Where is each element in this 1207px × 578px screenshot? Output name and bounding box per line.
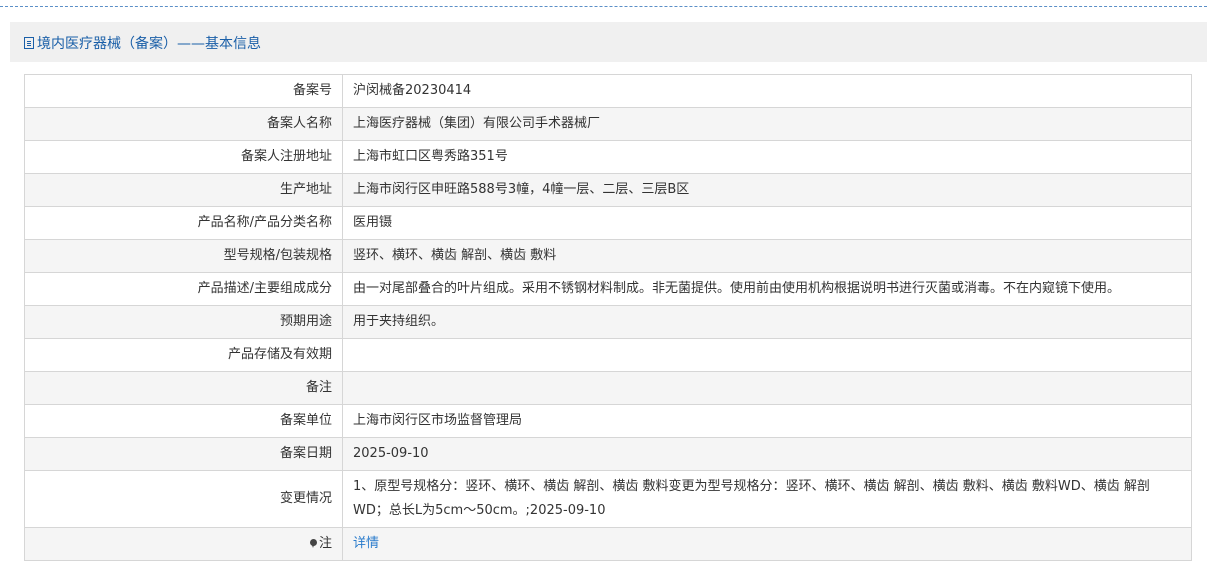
row-label: 生产地址 — [24, 173, 343, 207]
row-value: 由一对尾部叠合的叶片组成。采用不锈钢材料制成。非无菌提供。使用前由使用机构根据说… — [342, 272, 1192, 306]
note-label-cell: 注 — [24, 527, 343, 561]
row-value: 1、原型号规格分：竖环、横环、横齿 解剖、横齿 敷料变更为型号规格分：竖环、横环… — [342, 470, 1192, 528]
row-value: 竖环、横环、横齿 解剖、横齿 敷料 — [342, 239, 1192, 273]
table-row-production-address: 生产地址 上海市闵行区申旺路588号3幢，4幢一层、二层、三层B区 — [24, 173, 1192, 207]
row-value — [342, 338, 1192, 372]
table-row-intended-use: 预期用途 用于夹持组织。 — [24, 305, 1192, 339]
row-value: 上海市虹口区粤秀路351号 — [342, 140, 1192, 174]
table-row-product-name: 产品名称/产品分类名称 医用镊 — [24, 206, 1192, 240]
table-row-registrant-name: 备案人名称 上海医疗器械（集团）有限公司手术器械厂 — [24, 107, 1192, 141]
row-label: 变更情况 — [24, 470, 343, 528]
row-label: 备案人名称 — [24, 107, 343, 141]
table-row-registrant-address: 备案人注册地址 上海市虹口区粤秀路351号 — [24, 140, 1192, 174]
table-row-storage-validity: 产品存储及有效期 — [24, 338, 1192, 372]
row-value: 2025-09-10 — [342, 437, 1192, 471]
row-label: 产品存储及有效期 — [24, 338, 343, 372]
row-value — [342, 371, 1192, 405]
table-row-note: 注 详情 — [24, 527, 1192, 561]
map-pin-icon — [309, 539, 317, 548]
table-row-change-history: 变更情况 1、原型号规格分：竖环、横环、横齿 解剖、横齿 敷料变更为型号规格分：… — [24, 470, 1192, 528]
panel-title-text: 境内医疗器械（备案）——基本信息 — [37, 36, 261, 52]
basic-info-panel: 境内医疗器械（备案）——基本信息 备案号 沪闵械备20230414 备案人名称 … — [10, 22, 1207, 578]
row-label: 型号规格/包装规格 — [24, 239, 343, 273]
row-value: 上海市闵行区市场监督管理局 — [342, 404, 1192, 438]
table-row-remarks: 备注 — [24, 371, 1192, 405]
row-label: 备注 — [24, 371, 343, 405]
row-label: 备案号 — [24, 74, 343, 108]
row-value: 用于夹持组织。 — [342, 305, 1192, 339]
details-link[interactable]: 详情 — [353, 536, 379, 551]
row-label: 产品描述/主要组成成分 — [24, 272, 343, 306]
row-label: 备案日期 — [24, 437, 343, 471]
info-table: 备案号 沪闵械备20230414 备案人名称 上海医疗器械（集团）有限公司手术器… — [24, 74, 1192, 561]
table-row-model-spec: 型号规格/包装规格 竖环、横环、横齿 解剖、横齿 敷料 — [24, 239, 1192, 273]
row-label: 预期用途 — [24, 305, 343, 339]
row-value: 医用镊 — [342, 206, 1192, 240]
row-label: 备案单位 — [24, 404, 343, 438]
table-row-product-description: 产品描述/主要组成成分 由一对尾部叠合的叶片组成。采用不锈钢材料制成。非无菌提供… — [24, 272, 1192, 306]
row-label: 产品名称/产品分类名称 — [24, 206, 343, 240]
note-label: 注 — [318, 536, 332, 551]
panel-title: 境内医疗器械（备案）——基本信息 — [24, 33, 261, 53]
table-row-record-date: 备案日期 2025-09-10 — [24, 437, 1192, 471]
row-value: 上海医疗器械（集团）有限公司手术器械厂 — [342, 107, 1192, 141]
table-row-record-number: 备案号 沪闵械备20230414 — [24, 74, 1192, 108]
table-row-record-unit: 备案单位 上海市闵行区市场监督管理局 — [24, 404, 1192, 438]
document-icon — [24, 37, 34, 49]
note-value-cell: 详情 — [342, 527, 1192, 561]
panel-header: 境内医疗器械（备案）——基本信息 — [10, 22, 1207, 62]
top-dashed-divider — [0, 0, 1207, 7]
row-value: 沪闵械备20230414 — [342, 74, 1192, 108]
row-value: 上海市闵行区申旺路588号3幢，4幢一层、二层、三层B区 — [342, 173, 1192, 207]
row-label: 备案人注册地址 — [24, 140, 343, 174]
